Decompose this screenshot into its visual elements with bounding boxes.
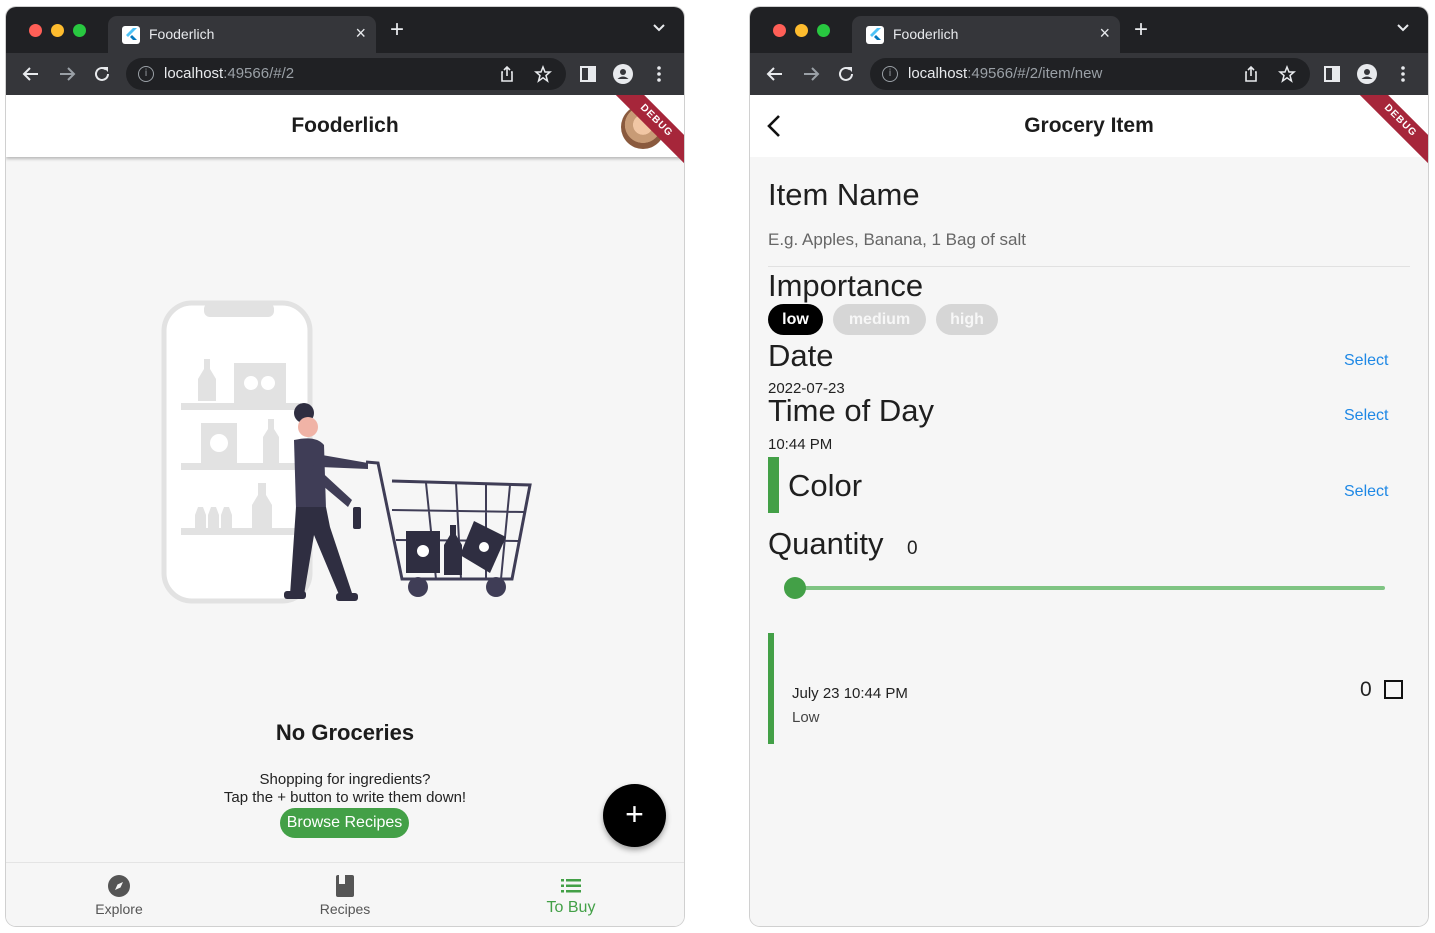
quantity-slider[interactable] <box>795 586 1385 590</box>
nav-item-recipes[interactable]: Recipes <box>232 863 458 926</box>
compass-icon <box>108 875 130 897</box>
reload-icon[interactable] <box>835 63 857 85</box>
tab-title: Fooderlich <box>893 26 959 42</box>
close-window-button[interactable] <box>773 24 786 37</box>
flutter-icon <box>122 26 140 44</box>
tab-close-icon[interactable]: × <box>1099 23 1110 44</box>
preview-quantity: 0 <box>1360 678 1372 701</box>
preview-color-bar <box>768 633 774 744</box>
forward-arrow-icon[interactable] <box>56 63 78 85</box>
chevron-down-icon[interactable] <box>1396 23 1410 33</box>
browse-recipes-button[interactable]: Browse Recipes <box>280 808 409 838</box>
back-arrow-icon[interactable] <box>764 63 786 85</box>
time-value: 10:44 PM <box>768 436 833 453</box>
bookmark-star-icon[interactable] <box>534 65 552 83</box>
list-icon <box>561 879 581 893</box>
chevron-down-icon[interactable] <box>652 23 666 33</box>
bottom-navigation-bar: Explore Recipes To Buy <box>6 862 684 926</box>
empty-cart-illustration <box>161 300 532 604</box>
side-panel-icon[interactable] <box>1322 64 1342 84</box>
maximize-window-button[interactable] <box>817 24 830 37</box>
nav-label-to-buy: To Buy <box>546 899 596 916</box>
kebab-menu-icon[interactable] <box>649 64 669 84</box>
new-tab-button[interactable]: + <box>1134 18 1148 42</box>
color-select-button[interactable]: Select <box>1344 483 1388 501</box>
profile-icon[interactable] <box>613 64 633 84</box>
browser-window-left: Fooderlich × + i localhost:49566/#/2 Foo… <box>6 7 684 926</box>
importance-chip-low[interactable]: low <box>768 304 823 335</box>
back-arrow-icon[interactable] <box>20 63 42 85</box>
close-window-button[interactable] <box>29 24 42 37</box>
page-title: Fooderlich <box>291 114 399 137</box>
time-select-button[interactable]: Select <box>1344 407 1388 425</box>
bookmark-star-icon[interactable] <box>1278 65 1296 83</box>
date-label: Date <box>768 338 834 373</box>
date-select-button[interactable]: Select <box>1344 352 1388 370</box>
page-title: Grocery Item <box>1024 114 1154 137</box>
nav-item-to-buy[interactable]: To Buy <box>458 863 684 926</box>
url-text: localhost:49566/#/2 <box>164 65 295 82</box>
item-name-input[interactable]: E.g. Apples, Banana, 1 Bag of salt <box>768 230 1026 250</box>
color-label: Color <box>788 468 863 503</box>
nav-item-explore[interactable]: Explore <box>6 863 232 926</box>
book-icon <box>336 875 354 897</box>
importance-chip-medium[interactable]: medium <box>833 304 926 335</box>
browser-tab[interactable]: Fooderlich × <box>852 16 1120 53</box>
browser-window-right: Fooderlich × + i localhost:49566/#/2/ite… <box>750 7 1428 926</box>
browser-toolbar: i localhost:49566/#/2 <box>6 53 684 95</box>
side-panel-icon[interactable] <box>578 64 598 84</box>
nav-label-recipes: Recipes <box>319 901 371 917</box>
time-of-day-label: Time of Day <box>768 393 934 428</box>
app-bar: Grocery Item DEBUG <box>750 95 1428 171</box>
kebab-menu-icon[interactable] <box>1393 64 1413 84</box>
app-viewport: Fooderlich DEBUG No Groceries Shopping f… <box>6 95 684 926</box>
minimize-window-button[interactable] <box>795 24 808 37</box>
color-swatch <box>768 457 779 513</box>
preview-importance: Low <box>792 709 820 726</box>
importance-chip-high[interactable]: high <box>936 304 998 335</box>
empty-state-text-line1: Shopping for ingredients? <box>259 771 431 788</box>
add-item-fab[interactable]: + <box>603 784 666 847</box>
preview-date: July 23 10:44 PM <box>792 685 908 702</box>
importance-label: Importance <box>768 268 924 303</box>
browser-tab[interactable]: Fooderlich × <box>108 16 376 53</box>
maximize-window-button[interactable] <box>73 24 86 37</box>
address-bar[interactable]: i localhost:49566/#/2 <box>126 58 566 90</box>
nav-label-explore: Explore <box>95 901 143 917</box>
app-viewport: Grocery Item DEBUG Item Name E.g. Apples… <box>750 95 1428 926</box>
browser-toolbar: i localhost:49566/#/2/item/new <box>750 53 1428 95</box>
empty-state-title: No Groceries <box>275 720 415 745</box>
share-icon[interactable] <box>1242 65 1260 83</box>
url-text: localhost:49566/#/2/item/new <box>908 65 1103 82</box>
minimize-window-button[interactable] <box>51 24 64 37</box>
empty-state-text-line2: Tap the + button to write them down! <box>223 789 467 806</box>
item-name-underline <box>768 266 1410 267</box>
tab-bar: Fooderlich × + <box>750 7 1428 53</box>
tab-bar: Fooderlich × + <box>6 7 684 53</box>
app-bar: Fooderlich DEBUG <box>6 95 684 171</box>
address-bar[interactable]: i localhost:49566/#/2/item/new <box>870 58 1310 90</box>
quantity-label: Quantity <box>768 526 884 561</box>
info-icon[interactable]: i <box>882 66 898 82</box>
share-icon[interactable] <box>498 65 516 83</box>
tab-close-icon[interactable]: × <box>355 23 366 44</box>
forward-arrow-icon[interactable] <box>800 63 822 85</box>
flutter-icon <box>866 26 884 44</box>
new-tab-button[interactable]: + <box>390 18 404 42</box>
quantity-slider-thumb[interactable] <box>784 577 806 599</box>
info-icon[interactable]: i <box>138 66 154 82</box>
tab-title: Fooderlich <box>149 26 215 42</box>
reload-icon[interactable] <box>91 63 113 85</box>
preview-checkbox[interactable] <box>1384 680 1403 699</box>
item-name-label: Item Name <box>768 177 920 212</box>
quantity-value: 0 <box>907 538 918 559</box>
profile-icon[interactable] <box>1357 64 1377 84</box>
